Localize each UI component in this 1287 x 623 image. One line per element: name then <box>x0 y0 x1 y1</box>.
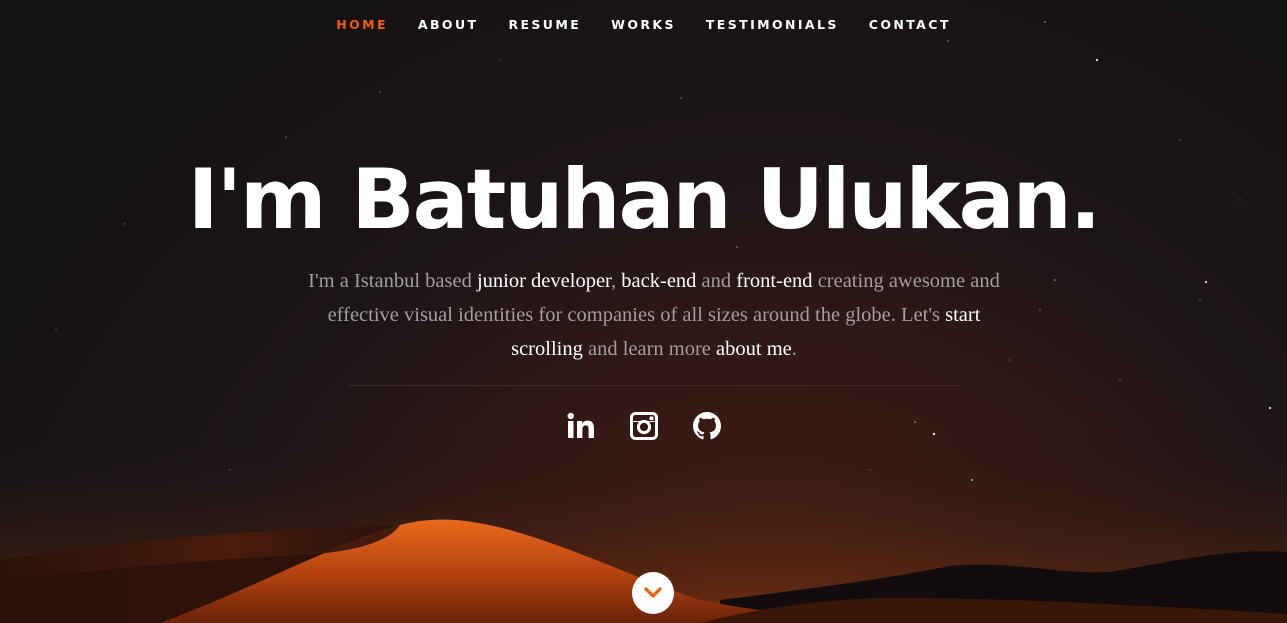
nav-about-link[interactable]: ABOUT <box>418 17 479 32</box>
intro-highlight-back-end: back-end <box>621 270 697 292</box>
chevron-down-icon <box>644 587 662 598</box>
intro-highlight-front-end: front-end <box>736 270 813 292</box>
intro-text-part: , <box>611 270 622 292</box>
hero-divider <box>348 385 960 386</box>
social-links <box>0 410 1287 442</box>
intro-text-part: and learn more <box>582 338 717 360</box>
intro-highlight-junior-developer: junior developer <box>476 270 612 292</box>
hero-section: HOME ABOUT RESUME WORKS TESTIMONIALS CON… <box>0 0 1287 623</box>
instagram-icon[interactable] <box>629 410 659 442</box>
intro-link-about-me[interactable]: about me <box>716 338 792 360</box>
intro-text-part: and <box>696 270 737 292</box>
nav-home-link[interactable]: HOME <box>336 17 388 32</box>
main-navigation: HOME ABOUT RESUME WORKS TESTIMONIALS CON… <box>0 0 1287 48</box>
nav-works-link[interactable]: WORKS <box>611 17 676 32</box>
scroll-down-button[interactable] <box>632 572 674 614</box>
hero-headline: I'm Batuhan Ulukan. <box>187 151 1102 248</box>
intro-text-part: . <box>791 338 797 360</box>
intro-text-part: I'm a Istanbul based <box>308 270 477 292</box>
github-icon[interactable] <box>692 410 722 442</box>
hero-intro-text: I'm a Istanbul based junior developer, b… <box>293 264 1015 366</box>
nav-testimonials-link[interactable]: TESTIMONIALS <box>706 17 839 32</box>
nav-contact-link[interactable]: CONTACT <box>869 17 951 32</box>
nav-resume-link[interactable]: RESUME <box>508 17 581 32</box>
linkedin-icon[interactable] <box>566 410 596 442</box>
